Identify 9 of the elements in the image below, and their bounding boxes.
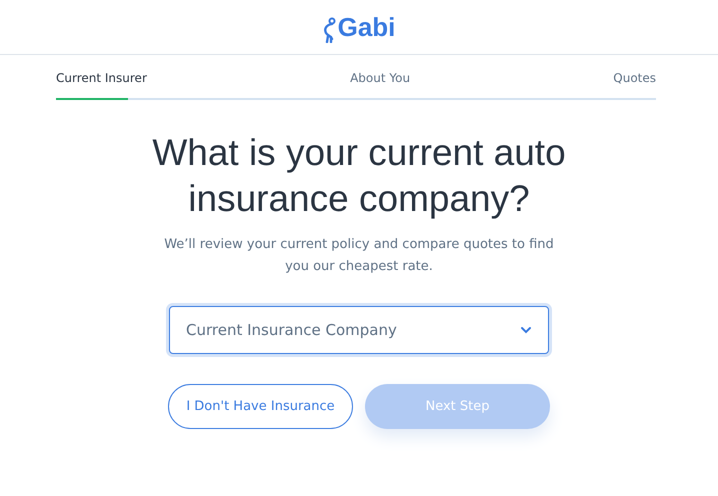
subtitle: We’ll review your current policy and compare quotes to find you our cheapest rate. — [163, 236, 555, 276]
step-tab[interactable]: Quotes — [613, 71, 656, 85]
step-tab[interactable]: Current Insurer — [56, 71, 147, 85]
insurer-select[interactable]: Current Insurance Company — [169, 306, 549, 354]
logo-wordmark[interactable]: Gabi — [338, 12, 396, 42]
step-tab[interactable]: About You — [350, 71, 410, 85]
page-heading: What is your current auto insurance company? — [151, 131, 567, 221]
chevron-down-icon — [520, 326, 532, 334]
no-insurance-button[interactable]: I Don't Have Insurance — [168, 384, 353, 429]
